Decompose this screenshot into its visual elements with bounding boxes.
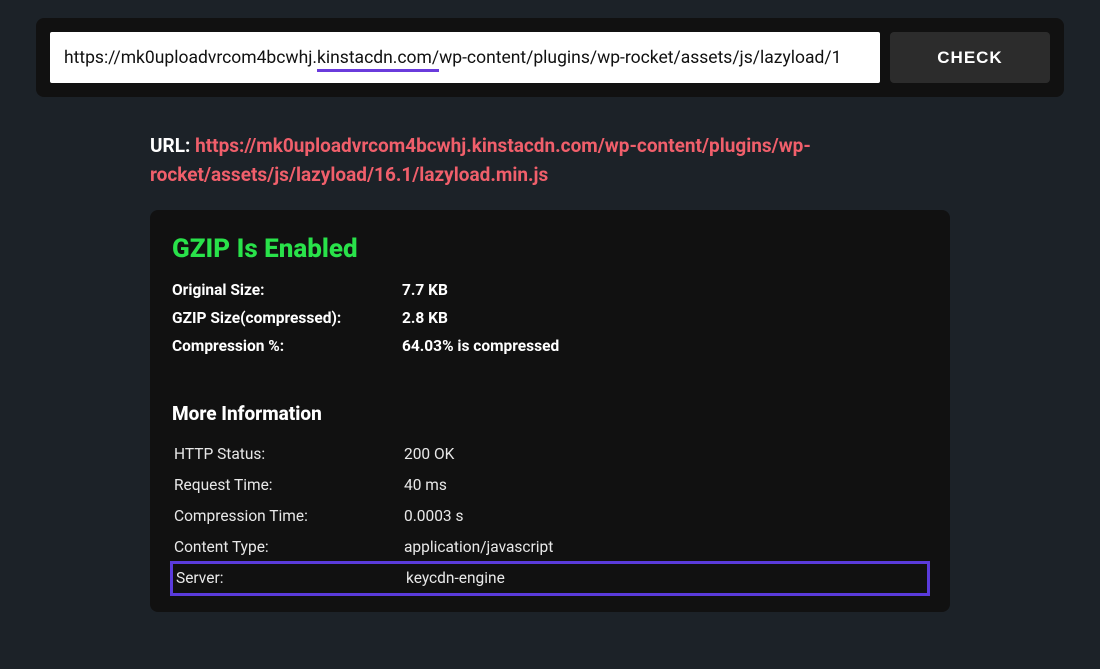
url-text-after: wp-content/plugins/wp-rocket/assets/js/l… (439, 48, 841, 68)
summary-value: 64.03% is compressed (402, 337, 559, 355)
result-card: GZIP Is Enabled Original Size: 7.7 KB GZ… (150, 210, 950, 612)
info-key: Request Time: (174, 476, 404, 494)
info-table: HTTP Status: 200 OK Request Time: 40 ms … (172, 439, 928, 594)
result-url-label: URL: (150, 134, 190, 157)
summary-value: 7.7 KB (402, 281, 448, 299)
info-row-http-status: HTTP Status: 200 OK (172, 439, 928, 470)
info-value: 0.0003 s (404, 507, 464, 525)
info-value: application/javascript (404, 538, 553, 556)
summary-row: Compression %: 64.03% is compressed (172, 332, 928, 360)
url-input[interactable]: https://mk0uploadvrcom4bcwhj.kinstacdn.c… (50, 32, 880, 83)
result-url-line: URL: https://mk0uploadvrcom4bcwhj.kinsta… (150, 131, 950, 190)
summary-value: 2.8 KB (402, 309, 448, 327)
check-button[interactable]: CHECK (890, 32, 1050, 83)
result-url-value[interactable]: https://mk0uploadvrcom4bcwhj.kinstacdn.c… (150, 134, 811, 186)
summary-key: Compression %: (172, 337, 402, 355)
result-content: URL: https://mk0uploadvrcom4bcwhj.kinsta… (150, 131, 950, 612)
info-value: keycdn-engine (406, 569, 505, 587)
info-value: 200 OK (404, 445, 454, 463)
more-info-heading: More Information (172, 402, 928, 425)
summary-row: Original Size: 7.7 KB (172, 276, 928, 304)
info-key: Content Type: (174, 538, 404, 556)
info-value: 40 ms (404, 476, 447, 494)
gzip-status-heading: GZIP Is Enabled (172, 234, 928, 264)
info-key: Compression Time: (174, 507, 404, 525)
url-text-highlight: kinstacdn.com/ (317, 48, 439, 72)
url-check-bar: https://mk0uploadvrcom4bcwhj.kinstacdn.c… (36, 18, 1064, 97)
info-row-request-time: Request Time: 40 ms (172, 470, 928, 501)
summary-row: GZIP Size(compressed): 2.8 KB (172, 304, 928, 332)
info-key: HTTP Status: (174, 445, 404, 463)
info-row-server: Server: keycdn-engine (172, 563, 928, 594)
summary-key: Original Size: (172, 281, 402, 299)
summary-block: Original Size: 7.7 KB GZIP Size(compress… (172, 276, 928, 360)
info-key: Server: (176, 569, 406, 587)
info-row-content-type: Content Type: application/javascript (172, 532, 928, 563)
url-text-before: https://mk0uploadvrcom4bcwhj. (64, 48, 317, 68)
summary-key: GZIP Size(compressed): (172, 309, 402, 327)
info-row-compression-time: Compression Time: 0.0003 s (172, 501, 928, 532)
